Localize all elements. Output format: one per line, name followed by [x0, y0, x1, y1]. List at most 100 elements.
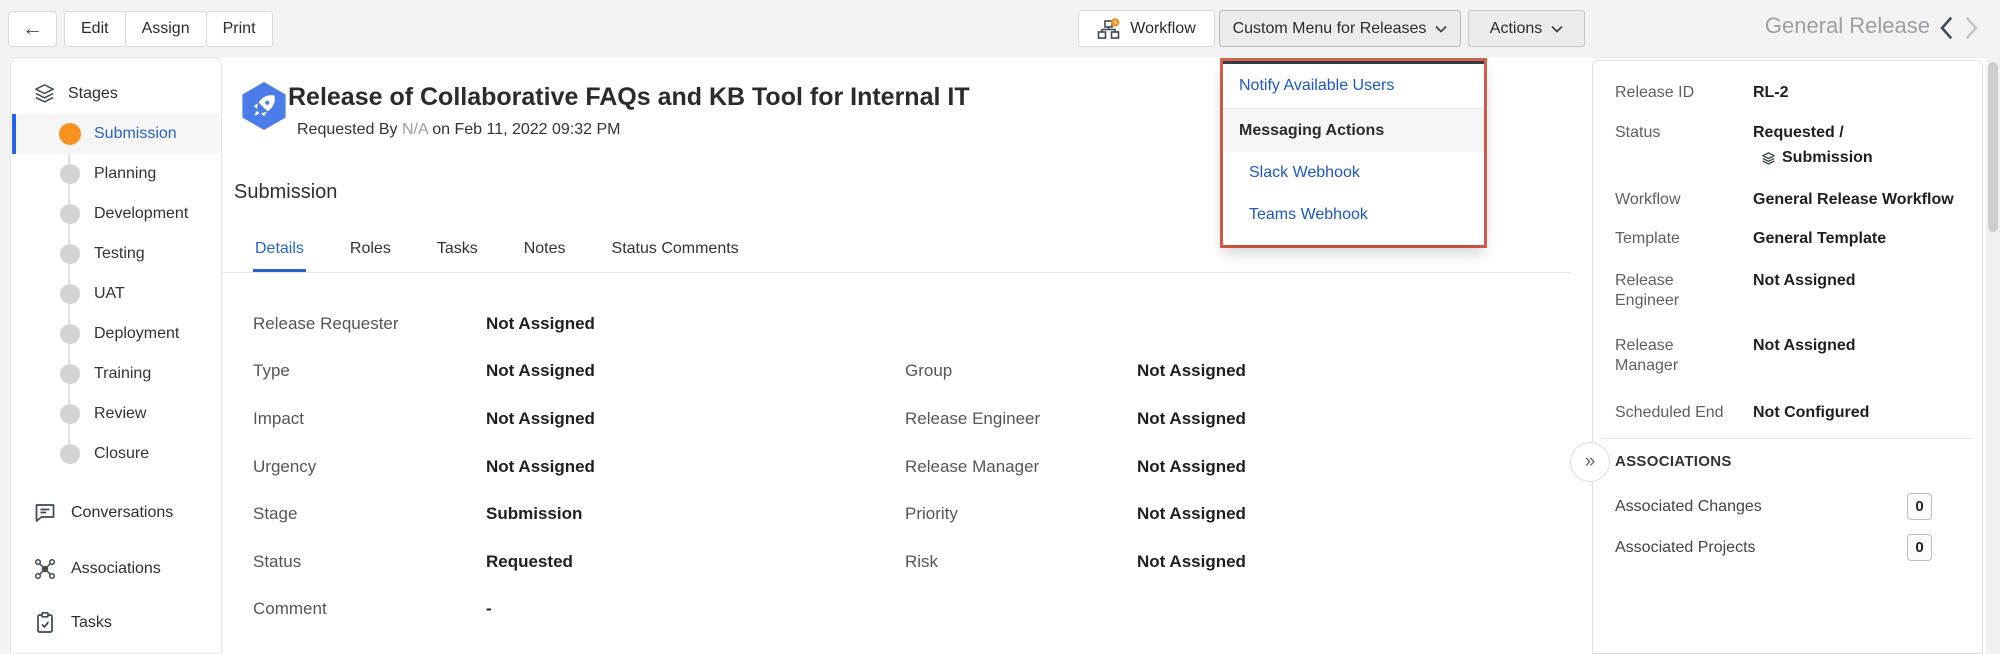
sidebar-item-associations[interactable]: Associations [11, 549, 221, 589]
stage-list: Submission Planning Development Testing … [12, 114, 220, 474]
panel-collapse-button[interactable]: » [1570, 442, 1610, 482]
sidebar-item-label: Conversations [71, 504, 173, 522]
field-value: Submission [486, 503, 582, 525]
stage-item-deployment[interactable]: Deployment [12, 314, 220, 354]
print-button[interactable]: Print [206, 11, 273, 47]
field-value: Not Assigned [486, 360, 595, 382]
clipboard-check-icon [33, 611, 57, 635]
double-chevron-right-icon: » [1585, 451, 1596, 473]
next-record-button[interactable] [1964, 15, 1980, 41]
tab-details[interactable]: Details [253, 225, 306, 272]
stage-dot-active [59, 123, 81, 145]
prop-value: Not Assigned [1753, 336, 1977, 356]
annotation-highlight-box: Notify Available Users Messaging Actions… [1220, 58, 1487, 248]
stage-section-heading: Submission [234, 181, 337, 204]
tab-notes[interactable]: Notes [522, 225, 568, 272]
prop-value: RL-2 [1753, 83, 1977, 103]
field-label: Release Engineer [905, 408, 1040, 430]
speech-bubble-icon [33, 501, 57, 525]
field-value: Not Assigned [1137, 360, 1246, 382]
stage-dot [60, 204, 80, 224]
stage-item-uat[interactable]: UAT [12, 274, 220, 314]
stage-dot [60, 284, 80, 304]
field-label: Release Manager [905, 456, 1039, 478]
field-value: Not Assigned [1137, 503, 1246, 525]
actions-button[interactable]: Actions [1468, 10, 1585, 47]
stage-label: Review [94, 405, 146, 423]
sidebar-item-tasks[interactable]: Tasks [11, 603, 221, 643]
associated-changes-count-badge[interactable]: 0 [1907, 493, 1932, 520]
prop-label: Release Engineer [1615, 271, 1729, 311]
custom-menu-for-releases-button[interactable]: Custom Menu for Releases [1219, 10, 1461, 47]
field-label: Type [253, 360, 290, 382]
tab-tasks[interactable]: Tasks [435, 225, 480, 272]
associated-projects-count-badge[interactable]: 0 [1907, 534, 1932, 561]
prop-value: Requested / [1753, 123, 1977, 143]
module-title: General Release [1730, 13, 1930, 39]
scrollbar-thumb[interactable] [1988, 62, 1998, 232]
field-label: Urgency [253, 456, 316, 478]
stage-dot [60, 444, 80, 464]
layers-icon [33, 82, 56, 105]
field-label: Status [253, 551, 301, 573]
prop-label: Template [1615, 229, 1729, 249]
edit-button[interactable]: Edit [64, 11, 126, 47]
tab-roles[interactable]: Roles [348, 225, 393, 272]
stage-item-submission[interactable]: Submission [12, 114, 220, 154]
prop-label: Scheduled End [1615, 403, 1729, 423]
prop-label: Release Manager [1615, 336, 1729, 376]
association-row-changes: Associated Changes 0 [1593, 493, 1984, 521]
prop-value: General Release Workflow [1753, 190, 1977, 210]
field-value: Not Assigned [486, 313, 595, 335]
chevron-down-icon [1551, 25, 1563, 33]
prop-label: Status [1615, 123, 1729, 143]
sidebar-item-conversations[interactable]: Conversations [11, 493, 221, 533]
menu-item-slack-webhook[interactable]: Slack Webhook [1223, 152, 1484, 194]
stage-item-training[interactable]: Training [12, 354, 220, 394]
stage-dot [60, 324, 80, 344]
stage-label: Testing [94, 245, 145, 263]
stage-item-development[interactable]: Development [12, 194, 220, 234]
arrow-left-icon: ← [22, 17, 43, 41]
workflow-button[interactable]: Workflow [1078, 10, 1215, 47]
associations-heading: ASSOCIATIONS [1615, 453, 1732, 470]
association-label: Associated Changes [1615, 493, 1762, 521]
menu-group-messaging-actions: Messaging Actions [1223, 108, 1484, 152]
stage-item-review[interactable]: Review [12, 394, 220, 434]
stage-label: Deployment [94, 325, 179, 343]
menu-item-teams-webhook[interactable]: Teams Webhook [1223, 194, 1484, 236]
requested-by-value: N/A [402, 121, 428, 138]
stage-label: Submission [94, 125, 177, 143]
tab-status-comments[interactable]: Status Comments [610, 225, 741, 272]
association-row-projects: Associated Projects 0 [1593, 534, 1984, 562]
field-value: Not Assigned [1137, 456, 1246, 478]
toolbar-button-group: Edit Assign Print [65, 11, 273, 47]
field-label: Stage [253, 503, 297, 525]
workflow-button-label: Workflow [1130, 20, 1196, 38]
assign-button[interactable]: Assign [125, 11, 207, 47]
custom-menu-button-label: Custom Menu for Releases [1233, 20, 1427, 38]
association-label: Associated Projects [1615, 534, 1756, 562]
stage-dot [60, 404, 80, 424]
custom-menu-dropdown: Notify Available Users Messaging Actions… [1223, 61, 1484, 245]
actions-button-label: Actions [1490, 20, 1542, 38]
requested-by-label: Requested By [297, 121, 398, 138]
prop-value: General Template [1753, 229, 1977, 249]
field-value: Requested [486, 551, 573, 573]
field-value: Not Assigned [486, 408, 595, 430]
stage-item-closure[interactable]: Closure [12, 434, 220, 474]
vertical-scrollbar[interactable] [1986, 57, 2000, 654]
field-value: - [486, 598, 492, 620]
stage-label: UAT [94, 285, 125, 303]
stage-item-testing[interactable]: Testing [12, 234, 220, 274]
requested-on-text: on Feb 11, 2022 09:32 PM [432, 121, 620, 138]
field-label: Comment [253, 598, 327, 620]
previous-record-button[interactable] [1938, 15, 1954, 41]
stage-dot [60, 244, 80, 264]
top-toolbar: ← Edit Assign Print Workflow Custom Menu… [0, 0, 2000, 57]
stage-item-planning[interactable]: Planning [12, 154, 220, 194]
prop-status-stage-label: Submission [1782, 148, 1873, 168]
back-button[interactable]: ← [8, 11, 57, 47]
prop-label: Release ID [1615, 83, 1729, 103]
menu-item-notify-available-users[interactable]: Notify Available Users [1223, 64, 1484, 108]
